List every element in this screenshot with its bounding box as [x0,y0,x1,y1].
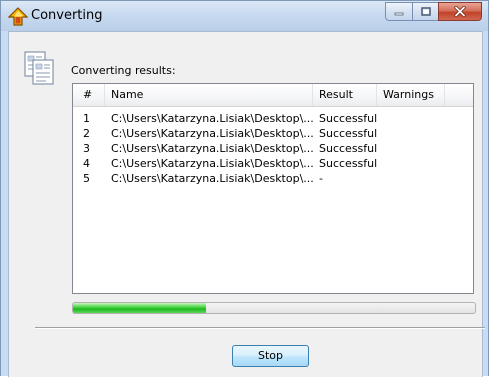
column-header-result[interactable]: Result [313,84,377,106]
column-header-warnings[interactable]: Warnings [377,84,445,106]
row-warnings [377,111,445,126]
close-icon [454,6,466,17]
conversion-progress-bar [72,302,476,314]
results-list[interactable]: # Name Result Warnings 1 C:\Users\Katarz… [72,83,474,294]
list-rows: 1 C:\Users\Katarzyna.Lisiak\Desktop\... … [73,107,473,186]
row-name: C:\Users\Katarzyna.Lisiak\Desktop\... [111,142,313,155]
row-number: 3 [83,142,90,155]
row-result: Successful [319,157,377,170]
window-controls [385,2,482,22]
close-button[interactable] [438,2,482,21]
row-result: Successful [319,127,377,140]
document-list-icon [24,51,54,85]
minimize-icon [394,12,404,15]
row-name: C:\Users\Katarzyna.Lisiak\Desktop\... [111,157,313,170]
stop-button[interactable]: Stop [232,345,309,367]
title-bar[interactable]: Converting [1,1,488,31]
row-warnings [377,156,445,171]
table-row[interactable]: 3 C:\Users\Katarzyna.Lisiak\Desktop\... … [73,141,473,156]
progress-bar-fill [73,303,206,313]
row-number: 2 [83,127,90,140]
row-result: Successful [319,112,377,125]
divider [35,327,485,329]
maximize-button[interactable] [412,2,438,21]
column-header-filler [445,84,473,106]
row-name: C:\Users\Katarzyna.Lisiak\Desktop\... [111,112,313,125]
minimize-button[interactable] [385,2,412,21]
row-number: 4 [83,157,90,170]
row-warnings [377,141,445,156]
list-header: # Name Result Warnings [73,84,473,107]
dialog-content: Converting results: # Name Result Warnin… [8,31,485,377]
maximize-icon [420,6,431,16]
table-row[interactable]: 4 C:\Users\Katarzyna.Lisiak\Desktop\... … [73,156,473,171]
row-number: 5 [83,172,90,185]
table-row[interactable]: 2 C:\Users\Katarzyna.Lisiak\Desktop\... … [73,126,473,141]
converting-results-label: Converting results: [71,64,176,77]
column-header-name[interactable]: Name [105,84,313,106]
table-row[interactable]: 5 C:\Users\Katarzyna.Lisiak\Desktop\... … [73,171,473,186]
converting-window: Converting Converting results: # Name Re… [0,0,489,377]
row-name: C:\Users\Katarzyna.Lisiak\Desktop\... [111,127,313,140]
column-header-number[interactable]: # [73,84,105,106]
row-number: 1 [83,112,90,125]
up-arrow-icon [8,7,28,26]
row-warnings [377,126,445,141]
table-row[interactable]: 1 C:\Users\Katarzyna.Lisiak\Desktop\... … [73,111,473,126]
row-result: - [319,172,323,185]
row-warnings [377,171,445,186]
row-result: Successful [319,142,377,155]
window-title: Converting [31,8,103,23]
row-name: C:\Users\Katarzyna.Lisiak\Desktop\... [111,172,313,185]
